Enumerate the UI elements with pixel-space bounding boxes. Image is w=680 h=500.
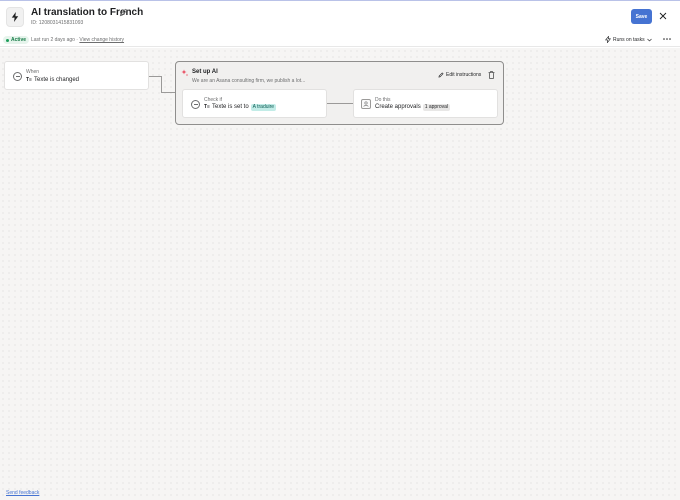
header: AI translation to French ID: 12080314158… (0, 1, 680, 32)
edit-instructions-label: Edit instructions (446, 72, 482, 78)
action-card[interactable]: Do this Create approvals 1 approval (353, 89, 498, 118)
approval-count-pill: 1 approval (422, 104, 451, 111)
runs-on-label: Runs on tasks (613, 36, 645, 43)
view-history-link[interactable]: View change history (79, 37, 124, 43)
send-feedback-link[interactable]: Send feedback (6, 490, 39, 496)
ai-step-title: Set up AI (192, 69, 218, 75)
status-bar: Active Last run 2 days ago · View change… (0, 32, 680, 47)
condition-operator: is set to (226, 104, 249, 110)
connector-line (161, 92, 175, 93)
edit-instructions-button[interactable]: Edit instructions (438, 72, 481, 78)
status-dot-icon (6, 38, 9, 42)
condition-text: T≡ Texte is set to A traduire (204, 104, 277, 111)
connector-line (161, 76, 162, 92)
save-button[interactable]: Save (631, 9, 652, 24)
condition-value-pill: A traduire (250, 104, 277, 111)
text-field-icon: T≡ (204, 104, 210, 110)
trigger-icon (13, 72, 22, 81)
action-name: Create approvals (375, 104, 421, 110)
sparkle-icon (181, 69, 189, 77)
last-run-text: Last run 2 days ago · (31, 37, 80, 43)
text-field-icon: T≡ (26, 77, 32, 83)
action-label: Do this (375, 97, 391, 103)
last-run: Last run 2 days ago · View change histor… (31, 37, 124, 43)
condition-icon (191, 100, 200, 109)
rule-editor: AI translation to French ID: 12080314158… (0, 0, 680, 500)
condition-label: Check if (204, 97, 223, 103)
workflow-canvas[interactable]: When T≡ Texte is changed Set up AI We are… (0, 48, 680, 500)
connector-line (327, 103, 353, 104)
lightning-outline-icon (605, 36, 611, 43)
pencil-icon[interactable] (119, 8, 128, 17)
chevron-down-icon (646, 38, 652, 41)
status-badge-label: Active (11, 37, 27, 43)
trigger-card[interactable]: When T≡ Texte is changed (4, 61, 149, 90)
pencil-icon (438, 72, 444, 78)
trash-icon[interactable] (488, 71, 495, 79)
condition-card[interactable]: Check if T≡ Texte is set to A traduire (182, 89, 327, 118)
lightning-icon (6, 7, 24, 27)
runs-on-selector[interactable]: Runs on tasks (605, 36, 652, 43)
rule-id: ID: 1208031415831093 (31, 20, 84, 26)
trigger-field: Texte (33, 77, 49, 83)
action-text: Create approvals 1 approval (375, 104, 451, 111)
ai-step-block[interactable]: Set up AI We are an Asana consulting fir… (175, 61, 504, 125)
more-options-icon[interactable] (662, 36, 672, 42)
trigger-condition: T≡ Texte is changed (26, 77, 79, 83)
close-icon[interactable] (659, 12, 667, 20)
trigger-label: When (26, 69, 40, 75)
status-badge: Active (3, 36, 30, 44)
person-badge-icon (361, 99, 371, 109)
ai-step-description: We are an Asana consulting firm, we publ… (192, 78, 306, 84)
condition-field: Texte (211, 104, 227, 110)
trigger-text: is changed (48, 77, 80, 83)
